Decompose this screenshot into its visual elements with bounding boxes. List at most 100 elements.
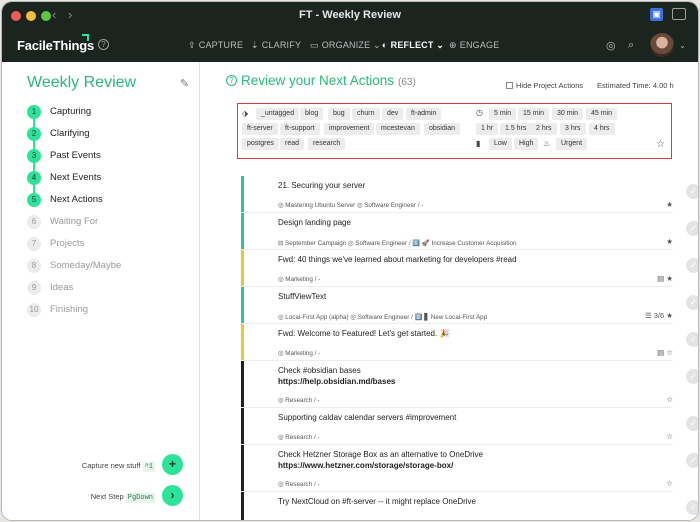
context-color-bar [241,492,244,520]
item-flags: ☰ 3/6 ★ [644,311,673,320]
tag-filter[interactable]: obsidian [424,123,461,135]
main-panel: ? Review your Next Actions (63) Hide Pro… [201,62,698,520]
nav-organize[interactable]: ▭ ORGANIZE ⌄ [310,40,381,51]
capture-new-stuff-label: Capture new stuff ^1 [81,461,155,472]
time-filter[interactable]: 5 min [489,108,517,120]
nav-clarify[interactable]: ⇣ CLARIFY [251,40,301,51]
hide-project-actions-checkbox[interactable]: Hide Project Actions [506,81,583,90]
item-link[interactable]: https://www.hetzner.com/storage/storage-… [278,461,453,470]
tag-filter[interactable]: research [308,138,346,150]
help-icon[interactable]: ? [98,39,109,50]
tag-filter[interactable]: postgres [242,138,279,150]
item-meta: ◎ Local-First App (alpha) ◎ Software Eng… [278,314,488,321]
time-filter[interactable]: 3 hrs [560,123,586,135]
list-item[interactable]: Check #obsidian bases https://help.obsid… [241,361,698,408]
item-title: Check #obsidian bases [278,366,361,375]
avatar[interactable] [650,33,674,57]
star-outline-icon[interactable]: ☆ [656,139,665,150]
bookmark-extension-icon[interactable]: ▣ [650,8,663,21]
energy-filter[interactable]: High [514,138,539,150]
estimated-time: Estimated Time: 4.00 h [597,81,674,90]
capture-new-stuff-button[interactable]: + [162,454,183,475]
item-flags: ☆ [666,432,673,441]
context-color-bar [241,324,244,360]
tag-filter[interactable]: ft-admin [406,108,442,120]
app-window: ‹ › FT - Weekly Review ▣ FacileThings ? … [2,2,698,520]
complete-check-icon[interactable]: ✓ [686,332,698,347]
list-item[interactable]: StuffViewText ◎ Local-First App (alpha) … [241,287,698,324]
context-color-bar [241,361,244,407]
nav-capture[interactable]: ⇪ CAPTURE [188,40,243,51]
tag-filter[interactable]: mcestevan [376,123,420,135]
list-item[interactable]: Supporting caldav calendar servers #impr… [241,408,698,445]
next-step-button[interactable]: › [162,485,183,506]
list-item[interactable]: Fwd: 40 things we've learned about marke… [241,250,698,287]
clock-icon: ◷ [476,108,483,117]
item-link[interactable]: https://help.obsidian.md/bases [278,377,395,386]
context-color-bar [241,408,244,444]
list-item[interactable]: Fwd: Welcome to Featured! Let's get star… [241,324,698,361]
tag-filter[interactable]: blog [300,108,324,120]
tag-filter[interactable]: read [280,138,305,150]
tag-filter[interactable]: bug [328,108,350,120]
tag-filter[interactable]: _untagged [256,108,300,120]
page-title: Review your Next Actions [241,73,395,88]
list-item[interactable]: 21. Securing your server ◎ Mastering Ubu… [241,176,698,213]
tag-filter[interactable]: churn [352,108,380,120]
filter-panel: ⬗ _untagged blog bug churn dev ft-admin … [237,103,672,159]
item-meta: ◎ Research / - [278,434,320,441]
target-icon[interactable]: ◎ [606,39,616,52]
clarify-icon: ⇣ [251,40,259,50]
time-filter[interactable]: 1.5 hrs [500,123,532,135]
context-color-bar [241,176,244,212]
list-item[interactable]: Try NextCloud on #ft-server -- it might … [241,492,698,520]
tag-filter[interactable]: ft-support [280,123,320,135]
complete-check-icon[interactable]: ✓ [686,295,698,310]
complete-check-icon[interactable]: ✓ [686,258,698,273]
context-color-bar [241,213,244,249]
complete-check-icon[interactable]: ✓ [686,500,698,515]
nav-engage[interactable]: ⊕ ENGAGE [449,40,499,51]
item-meta: ◎ Research / - [278,481,320,488]
complete-check-icon[interactable]: ✓ [686,453,698,468]
time-filter[interactable]: 2 hrs [531,123,557,135]
item-flags: ▤ ★ [657,274,673,283]
window-title: FT - Weekly Review [299,9,401,21]
tag-filter[interactable]: dev [382,108,404,120]
chevron-down-icon[interactable]: ⌄ [679,41,686,50]
list-item[interactable]: Check Hetzner Storage Box as an alternat… [241,445,698,492]
time-filter[interactable]: 4 hrs [589,123,615,135]
complete-check-icon[interactable]: ✓ [686,184,698,199]
reflect-icon: ◐ [382,40,388,50]
item-flags: ★ [666,237,673,246]
nav-reflect[interactable]: ◐ REFLECT ⌄ [382,40,444,51]
time-filter[interactable]: 30 min [552,108,584,120]
item-flags: ▤ ☆ [657,348,673,357]
engage-icon: ⊕ [449,40,457,50]
sidebar-title: Weekly Review [27,74,137,91]
time-filter[interactable]: 1 hr [476,123,499,135]
time-filter[interactable]: 15 min [518,108,550,120]
complete-check-icon[interactable]: ✓ [686,369,698,384]
time-filter[interactable]: 45 min [586,108,618,120]
item-flags: ★ [666,200,673,209]
energy-filter[interactable]: Low [489,138,512,150]
tag-filter[interactable]: improvement [324,123,375,135]
checkbox-icon [506,82,513,89]
item-meta: ◎ Marketing / - [278,350,321,357]
edit-icon[interactable]: ✎ [180,77,189,90]
sidebar-toggle-icon[interactable] [672,8,686,20]
complete-check-icon[interactable]: ✓ [686,416,698,431]
complete-check-icon[interactable]: ✓ [686,221,698,236]
help-icon[interactable]: ? [226,75,237,86]
urgency-filter[interactable]: Urgent [556,138,588,150]
search-icon[interactable]: ⌕ [628,39,634,52]
tag-filter[interactable]: ft-server [242,123,278,135]
item-flags: ☆ [666,395,673,404]
logo-mark-icon [82,34,89,41]
context-color-bar [241,287,244,323]
action-count: (63) [398,77,416,88]
item-title: StuffViewText [278,292,327,301]
item-title: Try NextCloud on #ft-server -- it might … [278,497,476,506]
list-item[interactable]: Design landing page ⊟ September Campaign… [241,213,698,250]
